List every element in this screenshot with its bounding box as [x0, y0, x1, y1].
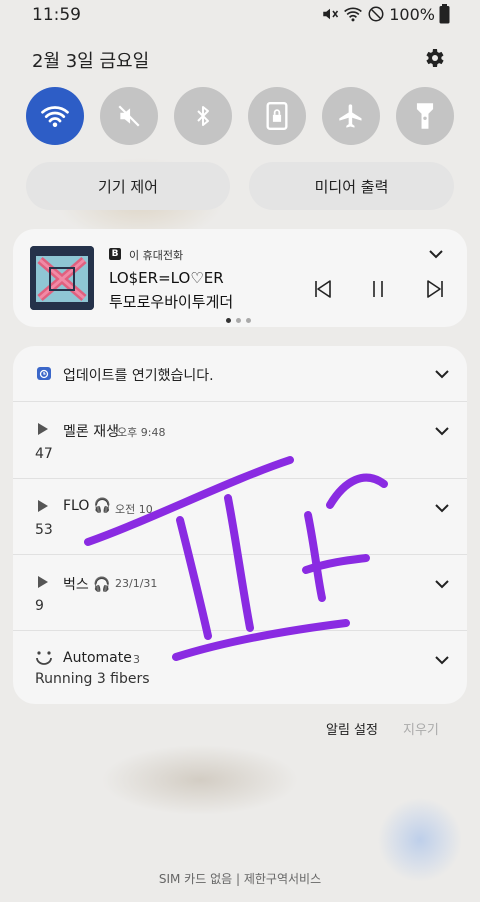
song-title: LO$ER=LO♡ER	[109, 269, 224, 287]
clear-button[interactable]: 지우기	[403, 719, 439, 738]
media-player-card[interactable]: B 이 휴대전화 LO$ER=LO♡ER 투모로우바이투게더	[13, 229, 467, 327]
bluetooth-icon	[197, 106, 209, 126]
page-indicator	[226, 318, 251, 323]
notification-time: 오전 10	[115, 503, 153, 516]
chevron-down-icon[interactable]	[429, 249, 443, 259]
device-control-button[interactable]: 기기 제어	[26, 162, 230, 210]
notification-count-badge: 3	[133, 653, 140, 666]
notification-item[interactable]: 벅스 🎧 23/1/31 9	[13, 554, 467, 631]
automate-icon	[36, 651, 52, 665]
flashlight-icon	[416, 103, 434, 129]
airplane-icon	[339, 104, 362, 128]
media-output-button[interactable]: 미디어 출력	[249, 162, 454, 210]
battery-icon	[439, 4, 450, 24]
notification-item[interactable]: 업데이트를 연기했습니다.	[13, 346, 467, 401]
notification-actions: 알림 설정 지우기	[0, 716, 480, 740]
flashlight-toggle[interactable]	[396, 87, 454, 145]
notification-title: Automate	[63, 650, 132, 666]
artist-name: 투모로우바이투게더	[109, 293, 234, 311]
notification-item[interactable]: FLO 🎧 오전 10 53	[13, 478, 467, 555]
pause-icon[interactable]	[370, 279, 386, 299]
chevron-down-icon[interactable]	[435, 367, 449, 381]
notification-title: 벅스 🎧	[63, 577, 111, 593]
notification-item[interactable]: Automate 3 Running 3 fibers	[13, 630, 467, 705]
play-icon	[38, 576, 48, 588]
status-bar: 11:59 100%	[0, 0, 480, 32]
notification-time: 23/1/31	[115, 577, 158, 590]
wifi-icon	[41, 106, 69, 127]
airplane-toggle[interactable]	[322, 87, 380, 145]
mute-icon	[323, 8, 339, 20]
notification-list: 업데이트를 연기했습니다. 멜론 재생 오후 9:48 47 FLO 🎧 오전 …	[13, 346, 467, 704]
portrait-lock-icon	[266, 102, 288, 130]
mute-icon	[118, 105, 140, 127]
chevron-down-icon[interactable]	[435, 653, 449, 667]
carrier-label: SIM 카드 없음 | 제한구역서비스	[158, 872, 322, 886]
bluetooth-toggle[interactable]	[174, 87, 232, 145]
previous-track-icon[interactable]	[313, 279, 333, 299]
notification-body: Running 3 fibers	[35, 671, 150, 687]
notification-title: 멜론 재생	[63, 424, 119, 440]
chevron-down-icon[interactable]	[435, 501, 449, 515]
wifi-status-icon	[344, 7, 363, 22]
album-art	[30, 246, 94, 310]
notification-title: 업데이트를 연기했습니다.	[63, 368, 214, 384]
play-icon	[38, 500, 48, 512]
chevron-down-icon[interactable]	[435, 424, 449, 438]
play-icon	[38, 423, 48, 435]
notification-item[interactable]: 멜론 재생 오후 9:48 47	[13, 401, 467, 479]
next-track-icon[interactable]	[425, 279, 445, 299]
date-label: 2월 3일 금요일	[32, 51, 150, 72]
notification-count: 47	[35, 446, 53, 462]
notification-settings-button[interactable]: 알림 설정	[326, 719, 378, 738]
wifi-toggle[interactable]	[26, 87, 84, 145]
chevron-down-icon[interactable]	[435, 577, 449, 591]
status-icons: 100%	[321, 4, 450, 24]
sound-toggle[interactable]	[100, 87, 158, 145]
source-badge: B	[109, 248, 121, 260]
calendar-icon	[37, 367, 51, 380]
notification-time: 오후 9:48	[117, 426, 166, 439]
gear-icon[interactable]	[422, 46, 446, 70]
notification-title: FLO 🎧	[63, 498, 112, 514]
status-time: 11:59	[32, 5, 81, 25]
quick-settings-row	[26, 87, 454, 145]
notification-count: 9	[35, 598, 44, 614]
rotation-lock-toggle[interactable]	[248, 87, 306, 145]
media-source: 이 휴대전화	[129, 249, 184, 262]
dnd-icon	[368, 6, 384, 22]
notification-count: 53	[35, 522, 53, 538]
battery-percent: 100%	[389, 4, 435, 24]
